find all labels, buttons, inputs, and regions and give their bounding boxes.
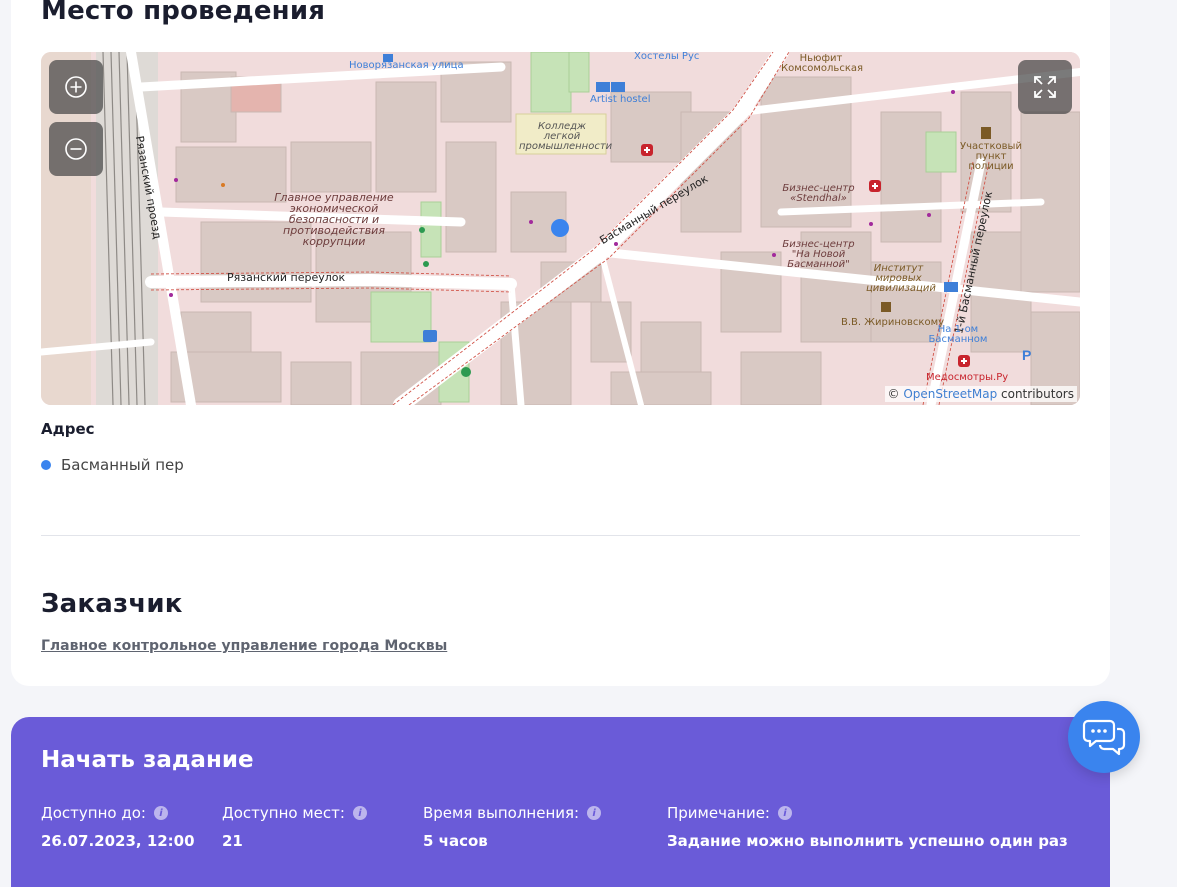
info-icon[interactable]: i <box>153 806 168 820</box>
map[interactable]: P Басманный переулок Рязанский переулок … <box>41 52 1080 405</box>
svg-text:P: P <box>1022 347 1031 363</box>
available-places-field: Доступно мест: i 21 <box>222 804 367 850</box>
address-item: Басманный пер <box>41 456 184 474</box>
venue-title: Место проведения <box>41 0 326 26</box>
info-icon[interactable]: i <box>352 806 367 820</box>
customer-link[interactable]: Главное контрольное управление города Мо… <box>41 638 447 654</box>
openstreetmap-link[interactable]: OpenStreetMap <box>903 387 997 401</box>
note-label: Примечание: <box>667 804 770 822</box>
zoom-out-button[interactable] <box>49 122 103 176</box>
address-label: Адрес <box>41 420 95 438</box>
fullscreen-button[interactable] <box>1018 60 1072 114</box>
zoom-in-icon <box>65 76 87 98</box>
map-tiles: P <box>41 52 1080 405</box>
poi-newfit: Ньюфит Комсомольская <box>781 53 864 74</box>
poi-college: Колледж легкой промышленности <box>519 121 613 152</box>
poi-stendhal: Бизнес-центр «Stendhal» <box>782 183 855 204</box>
poi-hostel-rus: Хостелы Рус <box>634 52 700 62</box>
note-value: Задание можно выполнить успешно один раз <box>667 832 1068 850</box>
info-icon[interactable]: i <box>587 806 602 820</box>
zoom-out-icon <box>65 138 87 160</box>
duration-value: 5 часов <box>423 832 488 850</box>
poi-novaya-basmanny: Бизнес-центр "На Новой Басманной" <box>782 239 855 270</box>
divider <box>41 535 1080 536</box>
address-text: Басманный пер <box>61 456 184 474</box>
street-label-ryazansky: Рязанский переулок <box>227 271 346 284</box>
poi-artist-hostel: Artist hostel <box>590 94 651 105</box>
address-marker-icon <box>41 460 51 470</box>
available-places-value: 21 <box>222 832 243 850</box>
chat-icon <box>1082 719 1126 756</box>
duration-field: Время выполнения: i 5 часов <box>423 804 602 850</box>
available-until-field: Доступно до: i 26.07.2023, 12:00 <box>41 804 195 850</box>
poi-medosmotry: Медосмотры.Ру <box>926 372 1009 383</box>
poi-police: Участковый пункт полиции <box>960 141 1022 172</box>
fullscreen-icon <box>1034 76 1056 98</box>
poi-novoryazanskaya: Новорязанская улица <box>349 60 464 71</box>
attribution-copyright: © <box>887 387 900 401</box>
note-field: Примечание: i Задание можно выполнить усп… <box>667 804 1068 850</box>
start-task-panel: Начать задание Доступно до: i 26.07.2023,… <box>11 717 1110 887</box>
start-task-title: Начать задание <box>41 747 254 773</box>
customer-title: Заказчик <box>41 589 183 619</box>
available-until-label: Доступно до: <box>41 804 146 822</box>
attribution-suffix: contributors <box>1001 387 1074 401</box>
zoom-in-button[interactable] <box>49 60 103 114</box>
poi-gueb: Главное управление экономической безопас… <box>274 191 394 248</box>
chat-button[interactable] <box>1068 701 1140 773</box>
info-icon[interactable]: i <box>778 806 792 820</box>
available-until-value: 26.07.2023, 12:00 <box>41 832 195 850</box>
map-attribution: © OpenStreetMap contributors <box>884 386 1077 402</box>
duration-label: Время выполнения: <box>423 804 580 822</box>
poi-na-1om: На 1-ом Басманном <box>928 324 988 345</box>
available-places-label: Доступно мест: <box>222 804 345 822</box>
poi-institute: Институт мировых цивилизаций <box>866 263 936 294</box>
